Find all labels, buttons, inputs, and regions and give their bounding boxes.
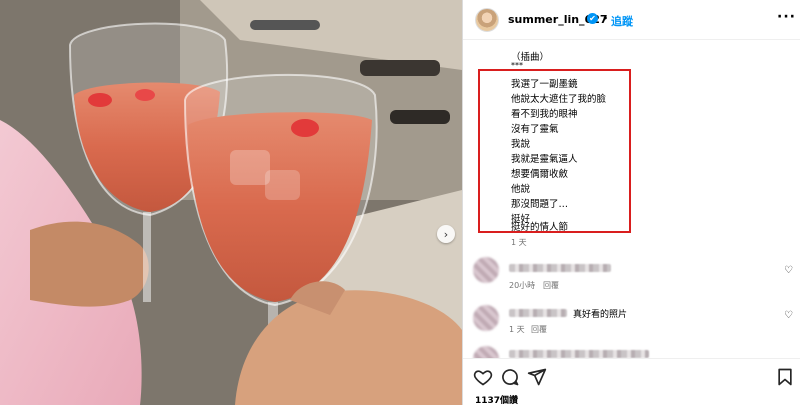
reply-button[interactable]: 回覆 — [531, 324, 547, 335]
avatar[interactable] — [475, 8, 499, 32]
avatar[interactable] — [473, 257, 499, 283]
post-header: summer_lin_627 ✔ • 追蹤 ··· — [463, 0, 800, 40]
action-bar — [463, 358, 800, 388]
comment-timestamp: 20小時 — [509, 281, 536, 290]
like-count[interactable]: 1137個讚 — [475, 393, 518, 405]
post-photo[interactable]: › — [0, 0, 462, 405]
photo-illustration — [0, 0, 462, 405]
blurred-comment-username — [509, 309, 567, 317]
heart-icon[interactable]: ♡ — [784, 310, 793, 321]
blurred-comment-text — [509, 264, 611, 272]
share-icon[interactable] — [527, 367, 547, 387]
comment-item: 真好看的照片 1 天 回覆 ♡ — [463, 302, 800, 342]
heart-icon[interactable] — [473, 367, 493, 387]
comment-timestamp: 1 天 — [509, 325, 525, 334]
blurred-comment-text — [509, 350, 649, 358]
comment-item — [463, 344, 800, 358]
chevron-right-icon[interactable]: › — [437, 225, 455, 243]
highlight-box — [478, 69, 631, 233]
comment-item: 20小時 回覆 ♡ — [463, 255, 800, 295]
separator-dot: • — [602, 12, 609, 25]
avatar[interactable] — [473, 346, 499, 358]
reply-button[interactable]: 回覆 — [543, 280, 559, 291]
caption-timestamp[interactable]: 1 天 — [511, 237, 527, 248]
heart-icon[interactable]: ♡ — [784, 265, 793, 276]
bookmark-icon[interactable] — [775, 367, 795, 387]
avatar[interactable] — [473, 305, 499, 331]
comment-text: 真好看的照片 — [573, 310, 628, 320]
follow-button[interactable]: 追蹤 — [611, 13, 633, 29]
verified-badge-icon: ✔ — [587, 13, 598, 24]
more-options-icon[interactable]: ··· — [777, 9, 796, 25]
comment-icon[interactable] — [500, 367, 520, 387]
